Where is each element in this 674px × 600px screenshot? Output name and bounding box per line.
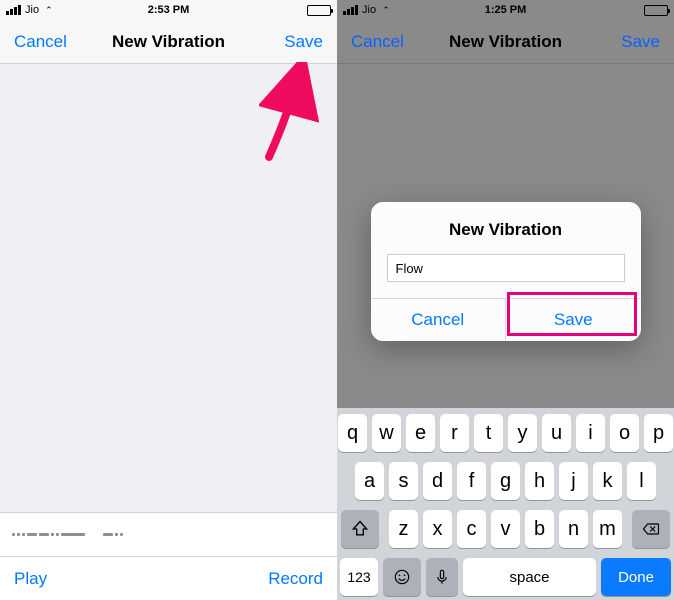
toolbar: Play Record <box>0 556 337 600</box>
keyboard-row-4: 123 space Done <box>340 558 671 596</box>
key-o[interactable]: o <box>610 414 639 452</box>
keyboard: q w e r t y u i o p a s d f g h j k l <box>337 408 674 600</box>
play-button[interactable]: Play <box>14 569 47 589</box>
save-button[interactable]: Save <box>621 32 660 52</box>
key-p[interactable]: p <box>644 414 673 452</box>
key-r[interactable]: r <box>440 414 469 452</box>
nav-bar: Cancel New Vibration Save <box>0 20 337 64</box>
vibration-name-input[interactable] <box>387 254 625 282</box>
tap-area[interactable]: Play Record <box>0 64 337 600</box>
key-s[interactable]: s <box>389 462 418 500</box>
keyboard-row-3: z x c v b n m <box>340 510 671 548</box>
backspace-icon <box>641 519 661 539</box>
key-q[interactable]: q <box>338 414 367 452</box>
keyboard-row-1: q w e r t y u i o p <box>340 414 671 452</box>
emoji-key[interactable] <box>383 558 421 596</box>
key-b[interactable]: b <box>525 510 554 548</box>
key-h[interactable]: h <box>525 462 554 500</box>
key-u[interactable]: u <box>542 414 571 452</box>
status-bar: Jio ⌃ 2:53 PM <box>0 0 337 20</box>
save-dialog: New Vibration Cancel Save <box>371 202 641 341</box>
cancel-button[interactable]: Cancel <box>351 32 404 52</box>
status-time: 2:53 PM <box>0 4 337 16</box>
keyboard-row-2: a s d f g h j k l <box>340 462 671 500</box>
nav-bar: Cancel New Vibration Save <box>337 20 674 64</box>
dialog-title: New Vibration <box>371 202 641 254</box>
key-z[interactable]: z <box>389 510 418 548</box>
key-i[interactable]: i <box>576 414 605 452</box>
key-a[interactable]: a <box>355 462 384 500</box>
battery-icon <box>644 5 668 16</box>
key-x[interactable]: x <box>423 510 452 548</box>
dialog-cancel-button[interactable]: Cancel <box>371 299 506 341</box>
status-right <box>644 5 668 16</box>
save-button[interactable]: Save <box>284 32 323 52</box>
dialog-save-button[interactable]: Save <box>505 299 641 341</box>
key-w[interactable]: w <box>372 414 401 452</box>
key-l[interactable]: l <box>627 462 656 500</box>
status-right <box>307 5 331 16</box>
key-y[interactable]: y <box>508 414 537 452</box>
screen-save-dialog: Jio ⌃ 1:25 PM Cancel New Vibration Save … <box>337 0 674 600</box>
dictation-key[interactable] <box>426 558 458 596</box>
key-t[interactable]: t <box>474 414 503 452</box>
numbers-key[interactable]: 123 <box>340 558 378 596</box>
key-g[interactable]: g <box>491 462 520 500</box>
key-f[interactable]: f <box>457 462 486 500</box>
battery-icon <box>307 5 331 16</box>
vibration-pattern <box>12 533 123 536</box>
status-bar: Jio ⌃ 1:25 PM <box>337 0 674 20</box>
key-m[interactable]: m <box>593 510 622 548</box>
mic-icon <box>432 567 452 587</box>
shift-key[interactable] <box>341 510 379 548</box>
emoji-icon <box>392 567 412 587</box>
shift-icon <box>350 519 370 539</box>
key-k[interactable]: k <box>593 462 622 500</box>
key-n[interactable]: n <box>559 510 588 548</box>
backspace-key[interactable] <box>632 510 670 548</box>
cancel-button[interactable]: Cancel <box>14 32 67 52</box>
key-e[interactable]: e <box>406 414 435 452</box>
key-v[interactable]: v <box>491 510 520 548</box>
space-key[interactable]: space <box>463 558 596 596</box>
key-j[interactable]: j <box>559 462 588 500</box>
vibration-pattern-bar <box>0 512 337 556</box>
screen-vibration-editor: Jio ⌃ 2:53 PM Cancel New Vibration Save … <box>0 0 337 600</box>
key-c[interactable]: c <box>457 510 486 548</box>
dimmed-backdrop: New Vibration Cancel Save q w e r t y u … <box>337 64 674 600</box>
record-button[interactable]: Record <box>268 569 323 589</box>
key-d[interactable]: d <box>423 462 452 500</box>
status-time: 1:25 PM <box>337 4 674 16</box>
done-key[interactable]: Done <box>601 558 671 596</box>
